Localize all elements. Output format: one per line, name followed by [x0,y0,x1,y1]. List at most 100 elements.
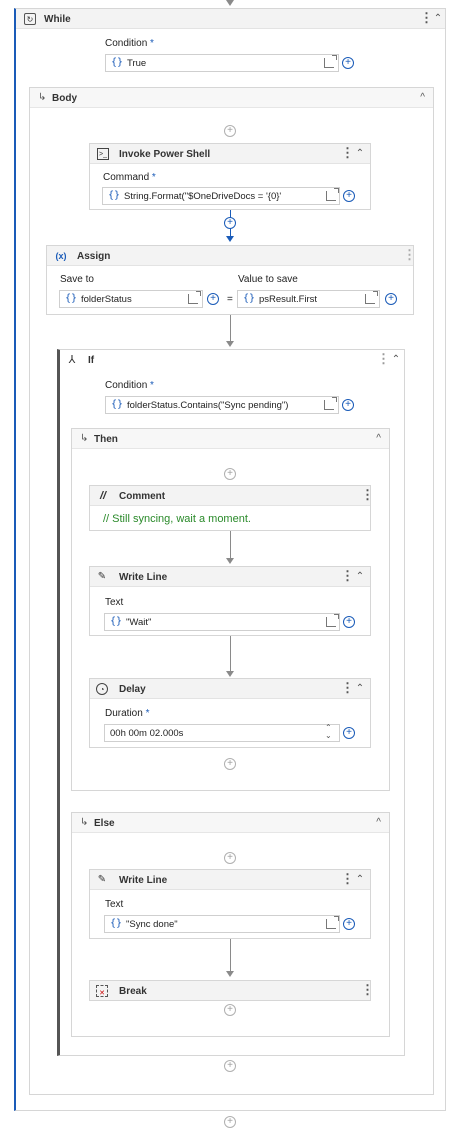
invoke-power-shell-header[interactable]: >_ Invoke Power Shell ⋮ ⌃ [90,144,370,164]
delay-header[interactable]: ◔ Delay ⋮ ⌃ [90,679,370,699]
spinner-icon[interactable]: ⌃ ⌄ [325,724,332,740]
more-options-icon[interactable]: ⋮ [377,352,390,367]
delay-activity[interactable]: ◔ Delay ⋮ ⌃ Duration * 00h 00m 02.000s ⌃… [89,678,371,748]
add-icon[interactable]: + [343,190,355,202]
then-title: Then [94,434,118,445]
collapse-icon[interactable]: ⌃ [390,353,402,367]
duration-value: 00h 00m 02.000s [110,728,184,739]
write-line-icon: ✎ [97,874,107,885]
chevron-up-icon[interactable]: ^ [420,92,425,103]
text-field[interactable]: {} "Wait" [104,613,340,631]
expression-icon: {} [111,57,124,68]
chevron-up-icon[interactable]: ^ [376,433,381,444]
command-field[interactable]: {} String.Format("$OneDriveDocs = '{0}' [102,187,340,205]
connector [230,939,231,972]
more-options-icon[interactable]: ⋮ [341,569,354,584]
connector [230,315,231,343]
assign-activity[interactable]: (x) Assign ⋮ Save to Value to save {} fo… [46,245,416,315]
assign-header[interactable]: (x) Assign ⋮ [47,246,416,266]
more-options-icon[interactable]: ⋮ [420,11,433,26]
add-activity-icon[interactable]: + [224,852,236,864]
expression-icon: {} [65,293,78,304]
command-label: Command * [103,172,156,183]
assign-title: Assign [77,251,111,262]
if-title: If [88,355,95,366]
write-line-title: Write Line [119,572,168,583]
expand-icon[interactable] [326,614,339,627]
body-header[interactable]: ↳ Body ^ [30,88,433,108]
arrow-icon [226,236,234,242]
invoke-power-shell-activity[interactable]: >_ Invoke Power Shell ⋮ ⌃ Command * {} S… [89,143,371,210]
write-line-header[interactable]: ✎ Write Line ⋮ ⌃ [90,870,370,890]
write-line-header[interactable]: ✎ Write Line ⋮ ⌃ [90,567,370,587]
then-header[interactable]: ↳ Then ^ [72,429,389,449]
value-to-save-field[interactable]: {} psResult.First [237,290,380,308]
expand-icon[interactable] [365,291,378,304]
comment-header[interactable]: // Comment ⋮ [90,486,374,506]
add-activity-icon[interactable]: + [224,125,236,137]
save-to-field[interactable]: {} folderStatus [59,290,203,308]
collapse-icon[interactable]: ⌃ [354,682,366,696]
add-icon[interactable]: + [207,293,219,305]
arrow-icon [226,671,234,677]
else-title: Else [94,818,115,829]
collapse-icon[interactable]: ⌃ [354,147,366,161]
condition-label: Condition * [105,380,154,391]
add-icon[interactable]: + [385,293,397,305]
expression-icon: {} [108,190,121,201]
comment-activity[interactable]: // Comment ⋮ // Still syncing, wait a mo… [89,485,374,531]
add-activity-icon[interactable]: + [224,758,236,770]
more-options-icon[interactable]: ⋮ [341,681,354,696]
expression-icon: {} [243,293,256,304]
add-activity-icon[interactable]: + [224,1004,236,1016]
break-activity[interactable]: ✕ Break ⋮ [89,980,374,1001]
chevron-up-icon[interactable]: ^ [376,817,381,828]
expand-icon[interactable] [326,188,339,201]
expand-icon[interactable] [188,291,201,304]
add-activity-icon[interactable]: + [224,1060,236,1072]
collapse-icon[interactable]: ⌃ [432,12,444,26]
nested-arrow-icon: ↳ [80,817,89,828]
write-line-activity[interactable]: ✎ Write Line ⋮ ⌃ Text {} "Sync done" + [89,869,371,939]
value-to-save-value: psResult.First [259,294,318,305]
if-header[interactable]: ⅄ If ⋮ ⌃ [60,350,404,370]
more-options-icon[interactable]: ⋮ [361,983,374,998]
write-line-title: Write Line [119,875,168,886]
nested-arrow-icon: ↳ [80,433,89,444]
add-icon[interactable]: + [342,399,354,411]
if-condition-field[interactable]: {} folderStatus.Contains("Sync pending") [105,396,339,414]
break-icon: ✕ [96,985,108,997]
connector [230,636,231,672]
more-options-icon[interactable]: ⋮ [341,146,354,161]
add-icon[interactable]: + [343,727,355,739]
collapse-icon[interactable]: ⌃ [354,570,366,584]
more-options-icon[interactable]: ⋮ [361,488,374,503]
condition-value: folderStatus.Contains("Sync pending") [127,400,289,411]
text-field[interactable]: {} "Sync done" [104,915,340,933]
collapse-icon[interactable]: ⌃ [354,873,366,887]
arrow-icon [226,0,234,6]
while-condition-field[interactable]: {} True [105,54,339,72]
condition-value: True [127,58,147,69]
add-activity-icon[interactable]: + [224,468,236,480]
comment-text[interactable]: // Still syncing, wait a moment. [103,513,251,525]
duration-field[interactable]: 00h 00m 02.000s ⌃ ⌄ [104,724,340,742]
expand-icon[interactable] [326,916,339,929]
text-value: "Wait" [126,617,152,628]
while-header[interactable]: ↻ While ⋮ ⌃ [16,9,445,29]
add-icon[interactable]: + [343,616,355,628]
save-to-value: folderStatus [81,294,132,305]
more-options-icon[interactable]: ⋮ [403,248,416,263]
break-header[interactable]: ✕ Break ⋮ [90,981,374,1000]
add-activity-icon[interactable]: + [224,217,236,229]
add-activity-icon[interactable]: + [224,1116,236,1128]
arrow-icon [226,341,234,347]
else-header[interactable]: ↳ Else ^ [72,813,389,833]
duration-label: Duration * [105,708,150,719]
write-line-activity[interactable]: ✎ Write Line ⋮ ⌃ Text {} "Wait" + [89,566,371,636]
expand-icon[interactable] [324,55,337,68]
expand-icon[interactable] [324,397,337,410]
more-options-icon[interactable]: ⋮ [341,872,354,887]
add-icon[interactable]: + [343,918,355,930]
add-icon[interactable]: + [342,57,354,69]
